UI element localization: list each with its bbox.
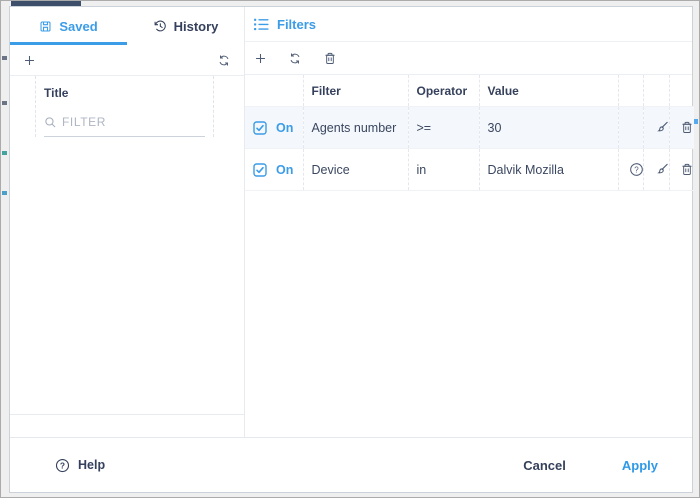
filter-row: On Device in Dalvik Mozilla [245,149,694,191]
help-icon: ? [629,162,644,177]
edit-filter-button[interactable] [652,118,670,137]
filters-panel: Filters [245,7,692,437]
add-saved-filter-button[interactable] [21,52,38,69]
save-icon [39,20,52,33]
filters-table: Filter Operator Value [245,75,694,191]
tab-saved[interactable]: Saved [10,7,127,45]
delete-row-button[interactable] [678,118,695,137]
refresh-filters-button[interactable] [286,50,304,67]
refresh-icon [217,54,231,67]
operator-cell[interactable]: in [408,149,479,191]
trash-icon [680,120,694,135]
cancel-button[interactable]: Cancel [523,458,566,473]
title-column: Title [35,76,214,137]
operator-column-header: Operator [408,75,479,107]
filters-dialog: Saved History [9,6,693,493]
row-help-button[interactable]: ? [627,160,644,179]
trash-icon [680,162,694,177]
dialog-body: Saved History [10,7,692,437]
delete-filters-button[interactable] [321,49,339,68]
refresh-icon [288,52,302,65]
title-filter-input[interactable] [62,115,217,129]
filter-row: On Agents number >= 30 [245,107,694,149]
background-page-fragment [2,191,7,195]
tab-bar: Saved History [10,7,244,45]
saved-filters-grid: Title [10,76,244,437]
history-icon [153,19,167,33]
trash-icon [323,51,337,66]
saved-filters-list: Title [10,76,244,415]
on-column-header [245,75,303,107]
filters-panel-title: Filters [277,17,316,32]
row-on-toggle[interactable]: On [276,121,293,135]
tab-history-label: History [174,19,219,34]
apply-button[interactable]: Apply [622,458,658,473]
brush-icon [654,162,669,177]
value-cell[interactable]: Dalvik Mozilla [479,149,618,191]
title-filter-row [44,112,205,137]
filters-table-header-row: Filter Operator Value [245,75,694,107]
help-button[interactable]: ? Help [55,458,105,473]
row-enabled-checkbox[interactable] [253,163,267,177]
brush-icon [654,120,669,135]
row-enabled-checkbox[interactable] [253,121,267,135]
help-column-header [618,75,643,107]
saved-toolbar [10,45,244,76]
tab-history[interactable]: History [127,7,244,45]
background-page-fragment [2,151,7,155]
row-on-toggle[interactable]: On [276,163,293,177]
filters-panel-header: Filters [245,7,692,42]
filter-column-header: Filter [303,75,408,107]
refresh-saved-button[interactable] [215,52,233,69]
screenshot-root: Saved History [0,0,700,498]
svg-text:?: ? [634,165,639,174]
value-cell[interactable]: 30 [479,107,618,149]
list-icon [254,18,269,31]
footer-actions: Cancel Apply [523,458,658,473]
edit-filter-button[interactable] [652,160,670,179]
saved-filters-panel: Saved History [10,7,245,437]
title-column-header: Title [36,82,213,112]
plus-icon [23,54,36,67]
delete-row-button[interactable] [678,160,695,179]
plus-icon [254,52,267,65]
help-button-label: Help [78,458,105,472]
tab-saved-label: Saved [59,19,97,34]
add-filter-button[interactable] [252,50,269,67]
brush-column-header [643,75,669,107]
svg-text:?: ? [60,460,65,470]
trash-column-header [669,75,694,107]
operator-cell[interactable]: >= [408,107,479,149]
filter-name-cell[interactable]: Device [303,149,408,191]
search-icon [44,116,57,129]
filter-name-cell[interactable]: Agents number [303,107,408,149]
value-column-header: Value [479,75,618,107]
background-page-fragment [2,56,7,60]
dialog-footer: ? Help Cancel Apply [10,437,692,492]
filters-toolbar [245,42,692,75]
help-cell [618,107,643,149]
help-icon: ? [55,458,70,473]
background-page-fragment [2,101,7,105]
